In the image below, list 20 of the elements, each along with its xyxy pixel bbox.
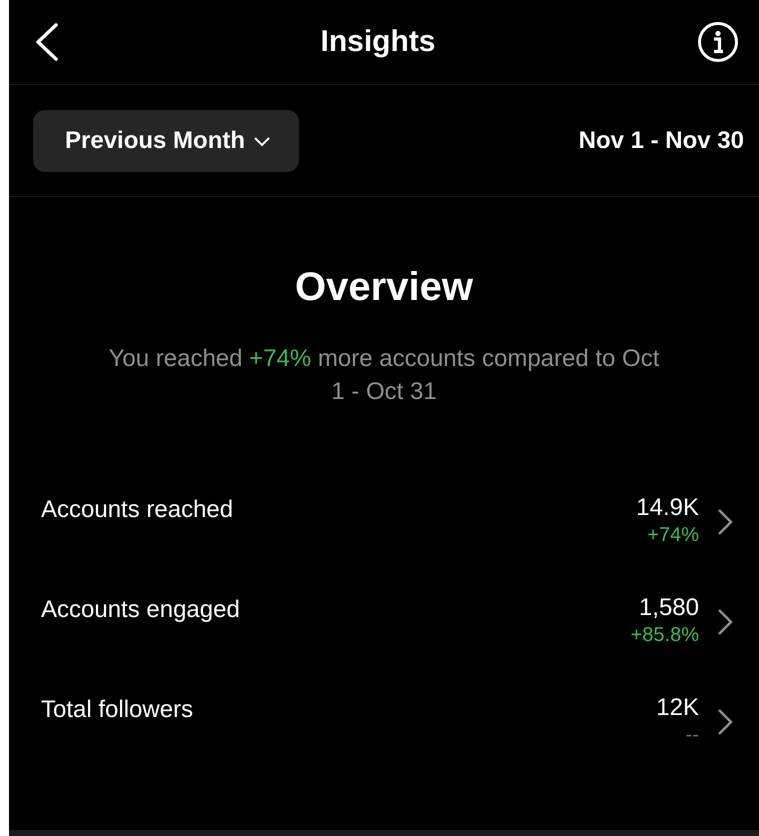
metric-value: 1,580	[638, 594, 699, 622]
chevron-icon[interactable]	[717, 508, 733, 536]
metric-value: 12K	[656, 694, 699, 722]
chevron-icon[interactable]	[717, 708, 733, 736]
back-icon[interactable]	[35, 23, 59, 61]
metric-change: +74%	[647, 523, 699, 548]
metric-change: --	[686, 723, 699, 748]
period-dropdown[interactable]: Previous Month	[33, 110, 300, 172]
metric-label[interactable]: Accounts engaged	[41, 594, 631, 624]
chevron-down-icon	[253, 134, 272, 146]
metric-label[interactable]: Accounts reached	[41, 494, 636, 524]
metric-value: 14.9K	[636, 494, 699, 522]
section-title: Overview	[294, 265, 474, 310]
date-range: Nov 1 - Nov 30	[578, 126, 744, 154]
metric-change: +85.8%	[630, 623, 699, 648]
summary-text: You reached +74% more accounts compared to Oct 1 - Oct 31	[108, 344, 660, 407]
screen-title: Insights	[320, 25, 436, 59]
chevron-icon[interactable]	[717, 608, 733, 636]
info-icon[interactable]	[696, 21, 739, 63]
metric-label[interactable]: Total followers	[41, 694, 656, 724]
